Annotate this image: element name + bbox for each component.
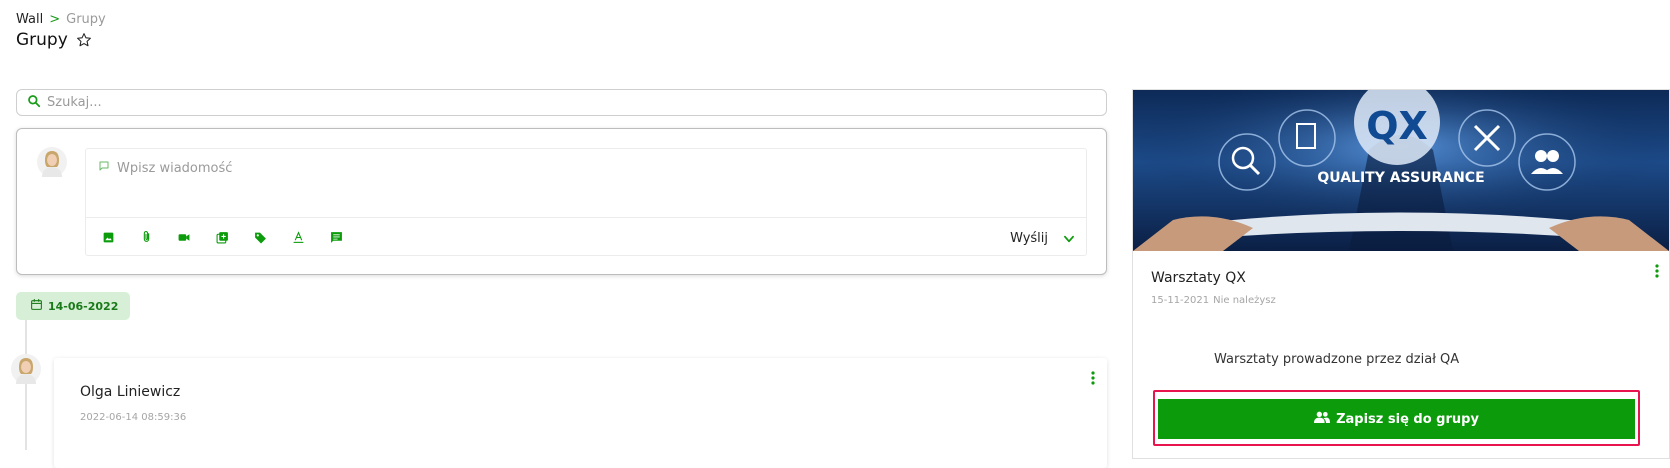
star-icon[interactable] bbox=[76, 32, 92, 48]
post-card: Olga Liniewicz 2022-06-14 08:59:36 bbox=[54, 358, 1107, 468]
comment-icon[interactable] bbox=[328, 229, 344, 245]
chat-bubble-icon bbox=[98, 160, 110, 176]
date-badge: 14-06-2022 bbox=[16, 292, 131, 320]
date-badge-label: 14-06-2022 bbox=[48, 299, 119, 313]
post-composer: Wpisz wiadomość Wyślij bbox=[16, 128, 1107, 275]
group-meta: 15-11-2021 Nie należysz bbox=[1151, 295, 1276, 306]
add-box-icon[interactable] bbox=[214, 229, 230, 245]
breadcrumb: Wall > Grupy bbox=[16, 12, 106, 27]
group-card: QX QUALITY ASSURANCE Warsztaty QX 15-11-… bbox=[1132, 89, 1670, 459]
message-editor[interactable]: Wpisz wiadomość Wyślij bbox=[85, 148, 1087, 256]
join-group-button[interactable]: Zapisz się do grupy bbox=[1158, 399, 1635, 439]
timeline-line bbox=[25, 320, 27, 450]
group-membership: Nie należysz bbox=[1213, 295, 1276, 306]
join-group-label: Zapisz się do grupy bbox=[1336, 411, 1479, 427]
page-title-row: Grupy bbox=[16, 30, 92, 50]
search-icon bbox=[27, 93, 41, 112]
group-name[interactable]: Warsztaty QX bbox=[1151, 270, 1246, 286]
chevron-down-icon[interactable] bbox=[1062, 231, 1076, 250]
more-vert-icon[interactable] bbox=[1655, 263, 1659, 282]
avatar bbox=[37, 147, 67, 177]
more-vert-icon[interactable] bbox=[1091, 370, 1095, 389]
group-date: 15-11-2021 bbox=[1151, 295, 1210, 306]
banner-subtitle: QUALITY ASSURANCE bbox=[1317, 170, 1485, 186]
text-format-icon[interactable] bbox=[290, 229, 306, 245]
post-author[interactable]: Olga Liniewicz bbox=[80, 384, 180, 400]
search-input[interactable] bbox=[47, 95, 1106, 110]
breadcrumb-current: Grupy bbox=[66, 12, 106, 27]
avatar bbox=[11, 354, 41, 384]
message-input[interactable]: Wpisz wiadomość bbox=[98, 160, 232, 176]
composer-toolbar bbox=[100, 229, 344, 245]
attachment-icon[interactable] bbox=[138, 229, 154, 245]
group-icon bbox=[1314, 411, 1331, 427]
tag-icon[interactable] bbox=[252, 229, 268, 245]
video-icon[interactable] bbox=[176, 229, 192, 245]
group-description: Warsztaty prowadzone przez dział QA bbox=[1214, 352, 1460, 367]
post-timestamp: 2022-06-14 08:59:36 bbox=[80, 412, 187, 423]
banner-title: QX bbox=[1366, 104, 1428, 148]
image-icon[interactable] bbox=[100, 229, 116, 245]
search-bar bbox=[16, 89, 1107, 116]
calendar-icon bbox=[30, 298, 43, 314]
page-title: Grupy bbox=[16, 30, 68, 50]
breadcrumb-wall-link[interactable]: Wall bbox=[16, 12, 43, 27]
send-button[interactable]: Wyślij bbox=[1010, 231, 1048, 246]
message-placeholder: Wpisz wiadomość bbox=[117, 160, 233, 176]
breadcrumb-separator: > bbox=[49, 12, 61, 27]
divider bbox=[86, 217, 1086, 218]
group-banner-image: QX QUALITY ASSURANCE bbox=[1133, 90, 1669, 251]
